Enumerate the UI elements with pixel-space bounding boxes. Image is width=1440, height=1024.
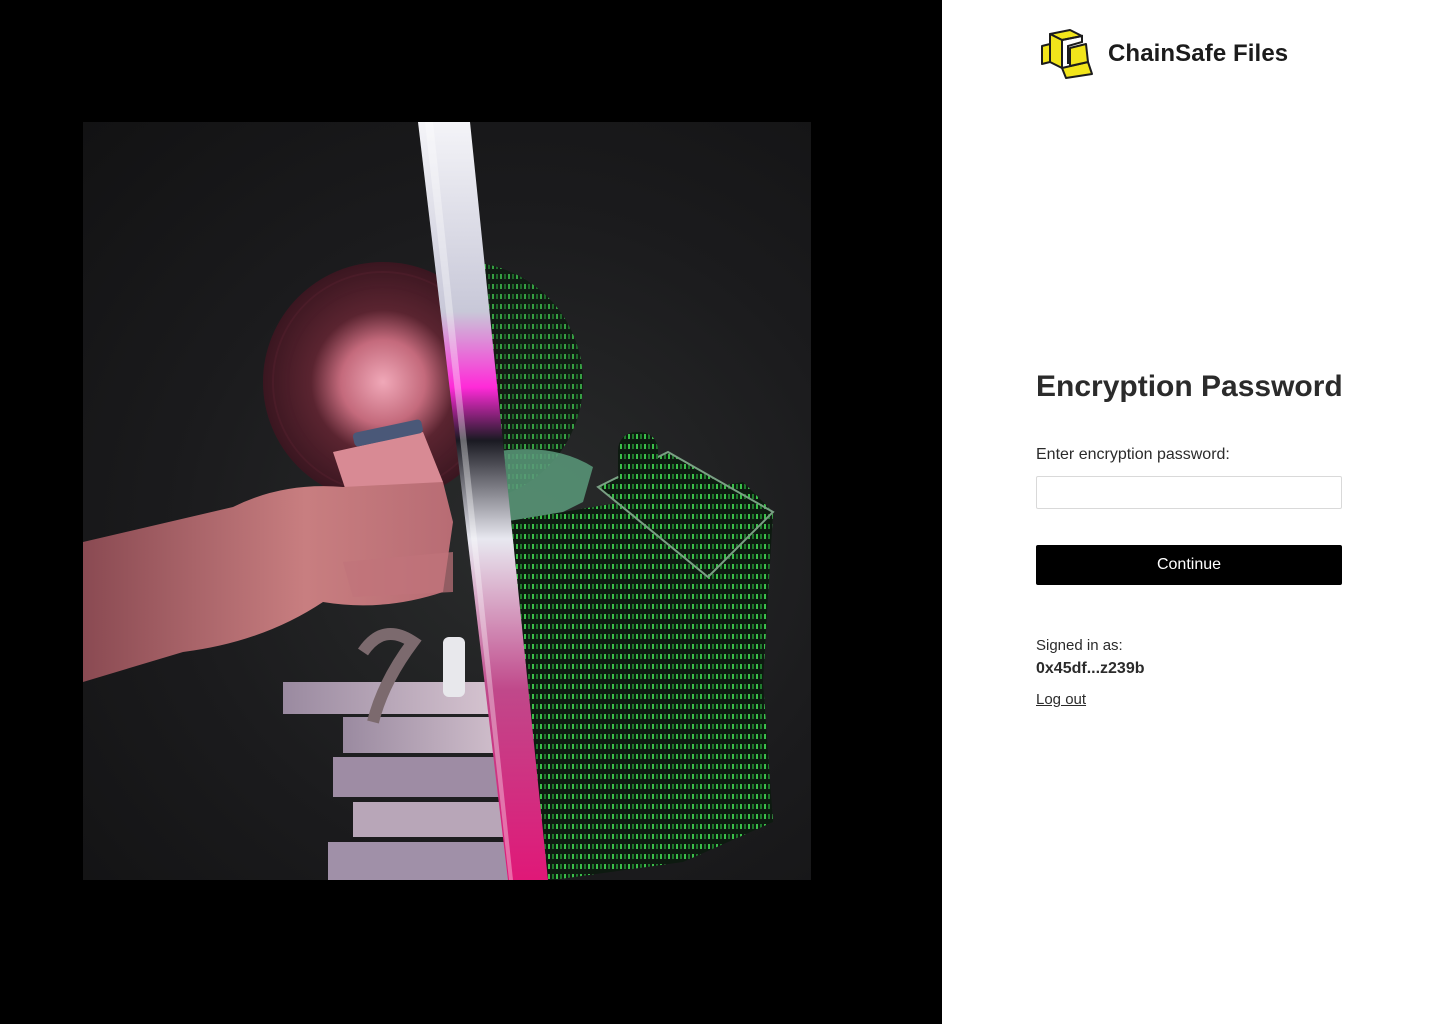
login-panel: ChainSafe Files Encryption Password Ente… xyxy=(942,0,1440,1024)
wallet-address: 0x45df...z239b xyxy=(1036,660,1145,677)
chainsafe-logo-icon xyxy=(1041,29,1093,79)
page-title: Encryption Password xyxy=(1036,370,1343,403)
landing-illustration xyxy=(83,122,811,880)
hero-panel xyxy=(0,0,942,1024)
signed-in-label: Signed in as: xyxy=(1036,637,1123,654)
brand-name: ChainSafe Files xyxy=(1108,40,1289,67)
password-label: Enter encryption password: xyxy=(1036,446,1230,463)
brand-header: ChainSafe Files xyxy=(1040,28,1288,80)
continue-button[interactable]: Continue xyxy=(1036,545,1342,585)
logout-link[interactable]: Log out xyxy=(1036,691,1086,708)
encryption-password-input[interactable] xyxy=(1036,476,1342,509)
